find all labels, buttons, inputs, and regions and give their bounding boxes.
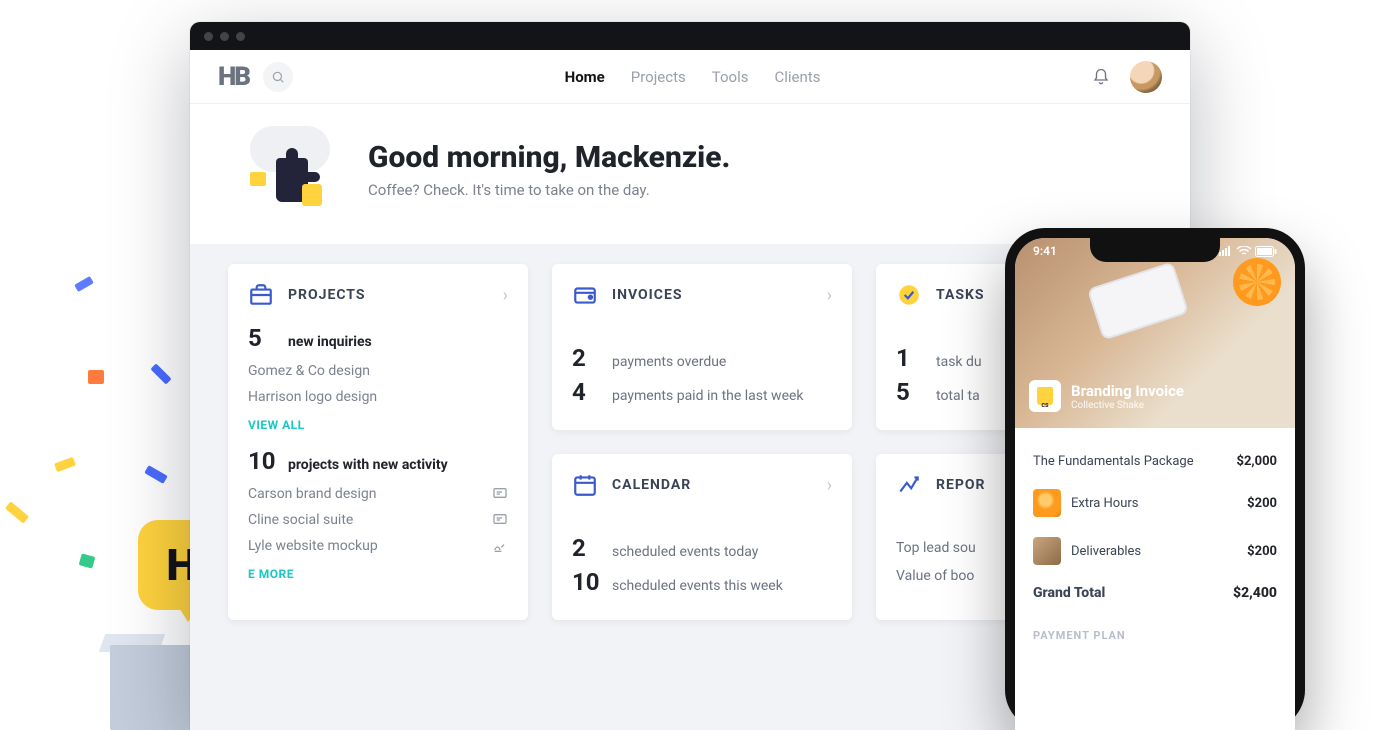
phone-time: 9:41 (1033, 244, 1057, 258)
search-button[interactable] (263, 62, 293, 92)
signature-icon (492, 538, 508, 554)
line-thumb-icon (1033, 537, 1061, 565)
inquiry-item[interactable]: Harrison logo design (248, 384, 508, 410)
tasks-due-count: 1 (896, 344, 924, 372)
inquiries-count: 5 (248, 324, 276, 352)
invoices-card[interactable]: INVOICES › 2 payments overdue 4 payments… (552, 264, 852, 430)
invoice-header-image: 9:41 cs Branding Invoice Collective Shak… (1015, 238, 1295, 428)
line-amount: $2,000 (1237, 454, 1278, 469)
activity-item[interactable]: Lyle website mockup (248, 533, 508, 559)
nav-home[interactable]: Home (565, 68, 605, 86)
chevron-right-icon: › (827, 285, 832, 306)
invoice-client: Collective Shake (1071, 400, 1184, 411)
tasks-due-label: task du (936, 354, 982, 370)
overdue-count: 2 (572, 344, 600, 372)
user-avatar[interactable] (1130, 61, 1162, 93)
chart-icon (896, 472, 922, 498)
events-today-label: scheduled events today (612, 544, 758, 560)
nav-projects[interactable]: Projects (631, 68, 686, 86)
total-amount: $2,400 (1233, 585, 1277, 601)
events-week-count: 10 (572, 568, 600, 596)
invoice-line[interactable]: The Fundamentals Package $2,000 (1033, 444, 1277, 479)
inquiry-item[interactable]: Gomez & Co design (248, 358, 508, 384)
activity-item[interactable]: Carson brand design (248, 481, 508, 507)
invoice-total: Grand Total $2,400 (1033, 575, 1277, 611)
see-more-link[interactable]: E MORE (248, 567, 294, 581)
activity-label: projects with new activity (288, 457, 448, 473)
inquiries-label: new inquiries (288, 334, 372, 350)
message-icon (492, 486, 508, 502)
confetti-piece (150, 363, 171, 384)
signal-icon (1219, 246, 1233, 256)
orange-decoration (1233, 258, 1281, 306)
phone-mockup: 9:41 cs Branding Invoice Collective Shak… (1005, 228, 1305, 730)
confetti-piece (54, 457, 76, 472)
projects-card[interactable]: PROJECTS › 5 new inquiries Gomez & Co de… (228, 264, 528, 620)
status-icons (1219, 246, 1277, 257)
coffee-illustration (246, 130, 338, 208)
confetti-piece (74, 276, 94, 292)
confetti-piece (79, 553, 96, 568)
chevron-right-icon: › (503, 285, 508, 306)
phone-decoration (1087, 261, 1189, 340)
paid-count: 4 (572, 378, 600, 406)
window-dot[interactable] (220, 32, 229, 41)
window-dot[interactable] (236, 32, 245, 41)
confetti-piece (5, 501, 29, 523)
tasks-total-label: total ta (936, 388, 980, 404)
card-title: INVOICES (612, 287, 813, 303)
invoice-title: Branding Invoice (1071, 382, 1184, 400)
battery-icon (1255, 246, 1277, 257)
activity-item[interactable]: Cline social suite (248, 507, 508, 533)
invoice-lines: The Fundamentals Package $2,000 Extra Ho… (1015, 428, 1295, 648)
bell-icon[interactable] (1092, 68, 1110, 86)
greeting-subtitle: Coffee? Check. It's time to take on the … (368, 181, 730, 199)
confetti-piece (88, 370, 104, 384)
phone-notch (1090, 238, 1220, 262)
greeting-title: Good morning, Mackenzie. (368, 140, 730, 175)
calendar-card[interactable]: CALENDAR › 2 scheduled events today 10 s… (552, 454, 852, 620)
search-icon (271, 70, 285, 84)
payment-plan-label: PAYMENT PLAN (1033, 629, 1277, 642)
hero-section: Good morning, Mackenzie. Coffee? Check. … (190, 104, 1190, 244)
window-controls (190, 22, 1190, 50)
nav-tools[interactable]: Tools (712, 68, 749, 86)
card-title: PROJECTS (288, 287, 489, 303)
top-nav: HB Home Projects Tools Clients (190, 50, 1190, 104)
line-amount: $200 (1247, 544, 1277, 559)
tasks-total-count: 5 (896, 378, 924, 406)
confetti-piece (144, 465, 168, 484)
window-dot[interactable] (204, 32, 213, 41)
nav-clients[interactable]: Clients (775, 68, 821, 86)
view-all-link[interactable]: VIEW ALL (248, 418, 305, 432)
line-thumb-icon (1033, 489, 1061, 517)
chevron-right-icon: › (827, 475, 832, 496)
message-icon (492, 512, 508, 528)
events-week-label: scheduled events this week (612, 578, 783, 594)
paid-label: payments paid in the last week (612, 388, 804, 404)
invoice-line[interactable]: Extra Hours $200 (1033, 479, 1277, 527)
wifi-icon (1236, 246, 1252, 256)
brand-logo[interactable]: HB (218, 62, 249, 92)
card-title: CALENDAR (612, 477, 813, 493)
overdue-label: payments overdue (612, 354, 726, 370)
wallet-icon (572, 282, 598, 308)
invoice-line[interactable]: Deliverables $200 (1033, 527, 1277, 575)
activity-count: 10 (248, 447, 276, 475)
briefcase-icon (248, 282, 274, 308)
client-logo: cs (1029, 380, 1061, 412)
line-amount: $200 (1247, 496, 1277, 511)
events-today-count: 2 (572, 534, 600, 562)
checklist-icon (896, 282, 922, 308)
calendar-icon (572, 472, 598, 498)
